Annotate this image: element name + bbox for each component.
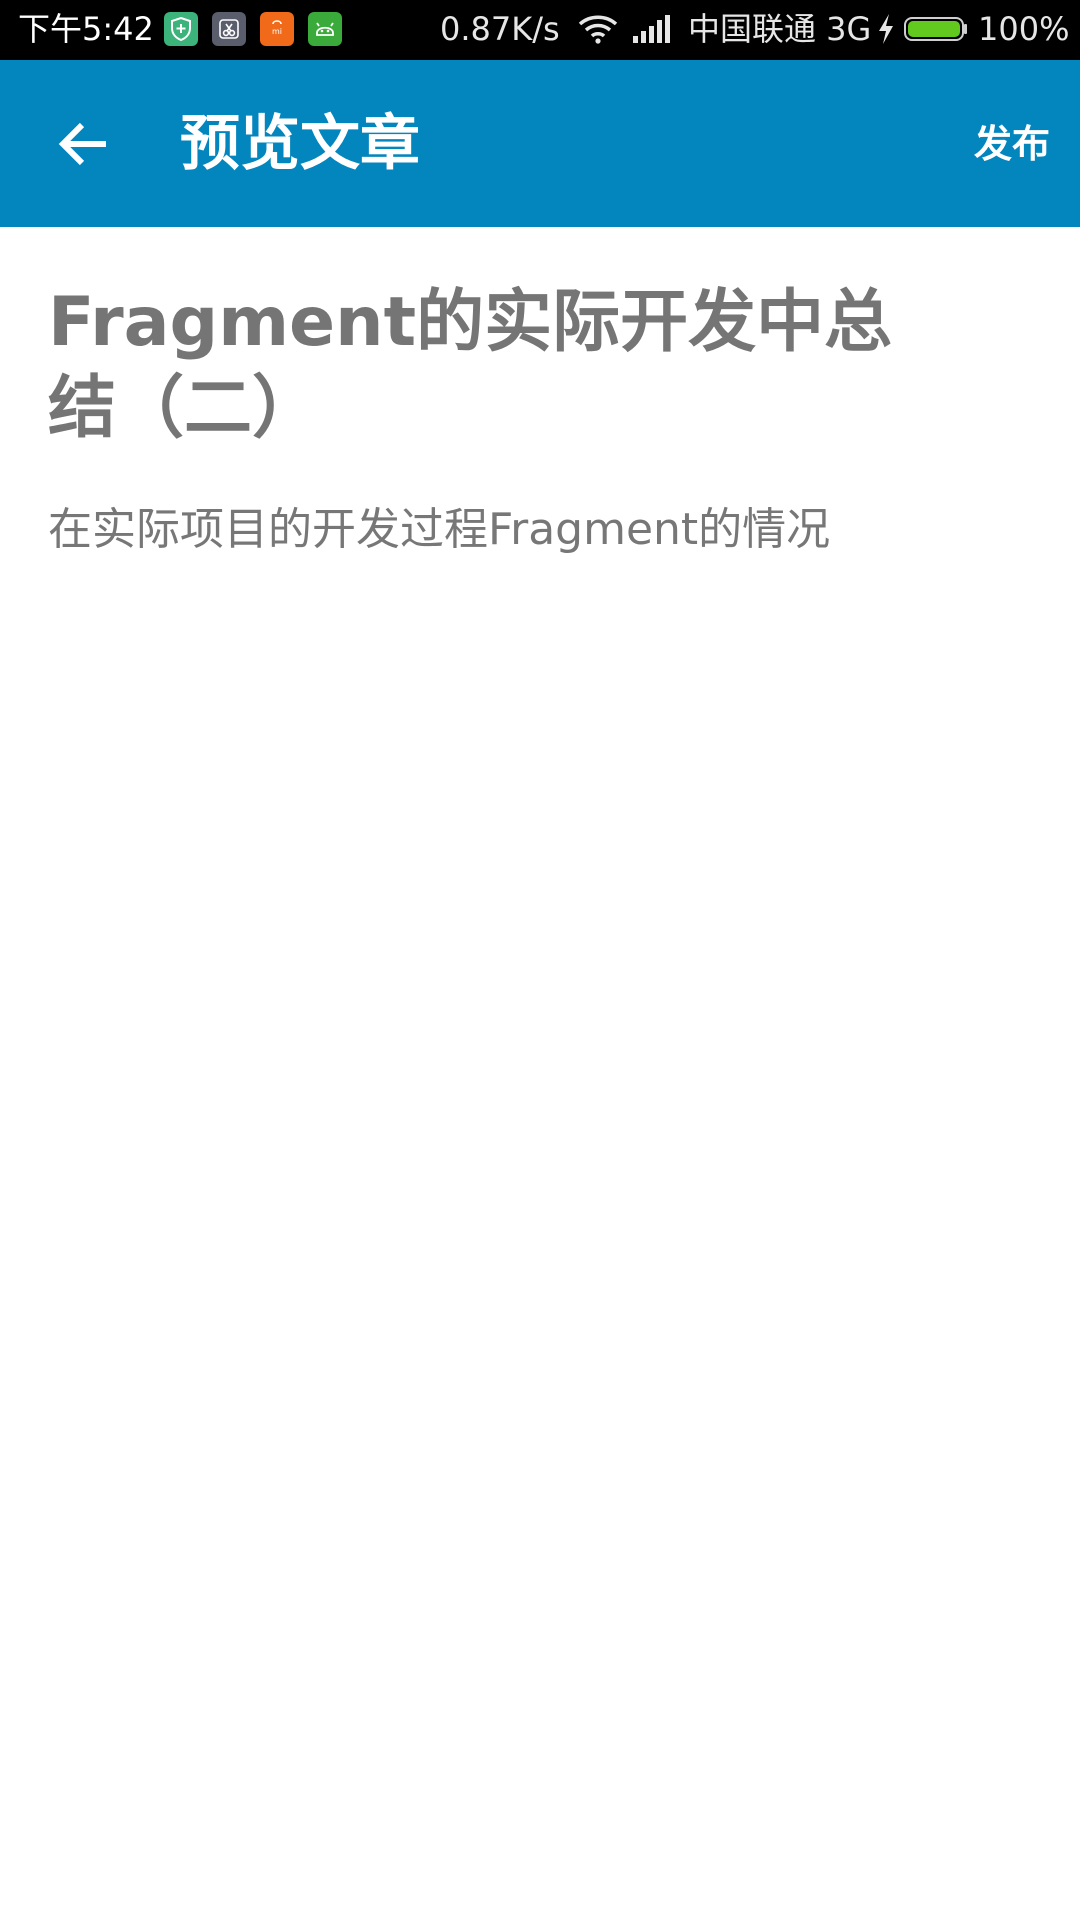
- android-icon: [308, 12, 342, 46]
- page-title: 预览文章: [180, 109, 420, 179]
- signal-icon: [632, 14, 672, 48]
- scissors-icon: [212, 12, 246, 46]
- publish-button[interactable]: 发布: [974, 114, 1050, 174]
- wifi-icon: [578, 14, 618, 48]
- battery-tip: [964, 24, 967, 34]
- battery-level-fill: [908, 21, 960, 37]
- status-time: 下午5:42: [18, 10, 154, 48]
- article-summary: 在实际项目的开发过程Fragment的情况: [48, 504, 831, 555]
- battery-icon: [904, 17, 964, 41]
- mi-store-icon: mi: [260, 12, 294, 46]
- back-button[interactable]: [34, 100, 134, 188]
- article-preview: Fragment的实际开发中总结（二） 在实际项目的开发过程Fragment的情…: [48, 280, 928, 560]
- status-bar: 下午5:42 mi 0.87K/s 中国联通 3G 100%: [0, 0, 1080, 60]
- article-title: Fragment的实际开发中总结（二）: [48, 283, 893, 448]
- arrow-back-icon: [58, 122, 106, 166]
- carrier-label: 中国联通 3G: [688, 10, 872, 48]
- battery-percent: 100%: [978, 10, 1070, 48]
- shield-icon: [164, 12, 198, 46]
- network-speed: 0.87K/s: [440, 10, 560, 48]
- app-bar: 预览文章 发布: [0, 60, 1080, 227]
- charging-icon: [876, 13, 896, 49]
- svg-text:mi: mi: [272, 27, 282, 36]
